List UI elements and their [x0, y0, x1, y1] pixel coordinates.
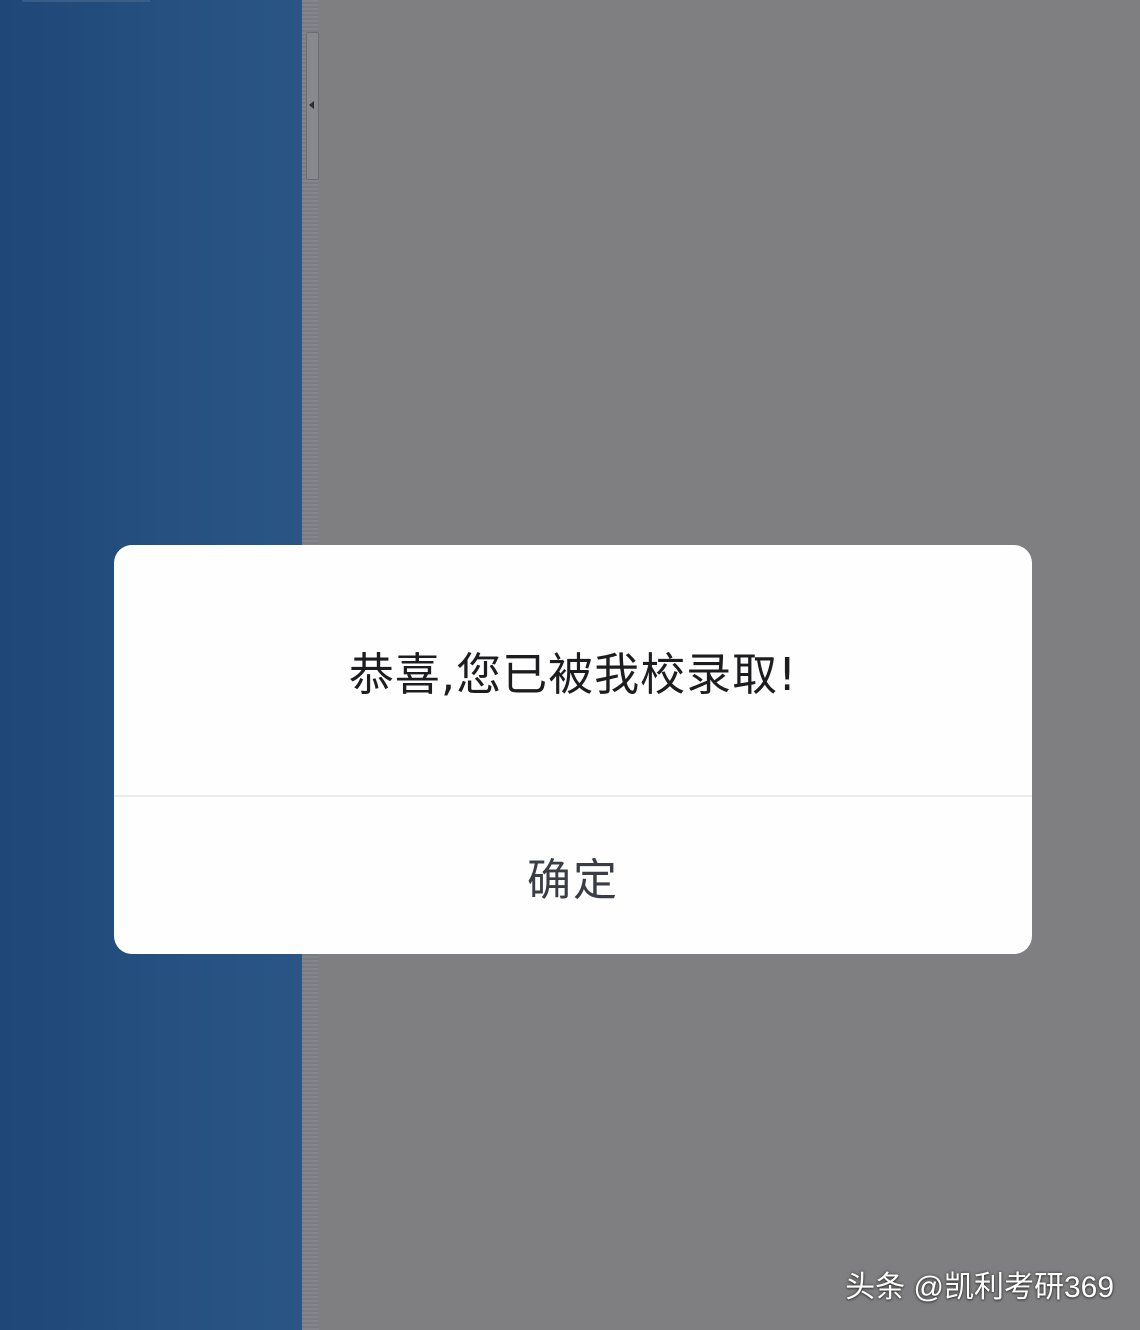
admission-alert-dialog: 恭喜,您已被我校录取! 确定: [114, 545, 1032, 954]
confirm-button[interactable]: 确定: [114, 797, 1032, 954]
screen: 恭喜,您已被我校录取! 确定 头条 @凯利考研369: [0, 0, 1140, 1330]
chevron-left-icon: [309, 101, 314, 109]
dialog-message: 恭喜,您已被我校录取!: [348, 647, 798, 701]
left-panel-header-fragment: [22, 0, 150, 2]
collapse-panel-handle[interactable]: [306, 32, 319, 180]
watermark-text: 头条 @凯利考研369: [845, 1271, 1114, 1304]
